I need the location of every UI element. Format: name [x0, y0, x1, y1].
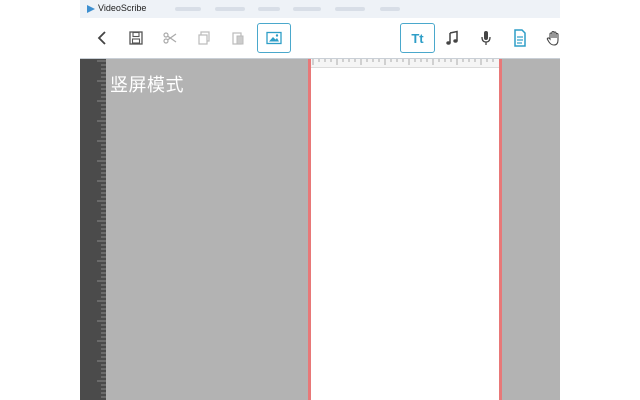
app-logo-icon — [87, 5, 95, 13]
music-note-icon — [446, 30, 458, 45]
menu-blur — [215, 7, 245, 11]
ruler-ticks — [97, 60, 106, 398]
back-button[interactable] — [87, 23, 117, 53]
add-text-button[interactable]: Tt — [400, 23, 435, 53]
title-bar: VideoScribe — [80, 0, 560, 19]
microphone-icon — [481, 31, 491, 45]
copy-icon — [198, 31, 210, 45]
menu-blur — [175, 7, 201, 11]
add-text-label: Tt — [411, 30, 424, 46]
scissors-icon — [163, 32, 177, 44]
voiceover-button[interactable] — [471, 23, 501, 53]
horizontal-ruler — [311, 59, 499, 68]
toolbar: Tt — [80, 18, 560, 59]
menu-blur — [258, 7, 280, 11]
copy-button[interactable] — [189, 23, 219, 53]
cut-button[interactable] — [155, 23, 185, 53]
music-button[interactable] — [437, 23, 467, 53]
add-image-button[interactable] — [257, 23, 291, 53]
vertical-ruler — [80, 59, 106, 400]
ruler-ticks — [312, 59, 494, 65]
canvas-workspace[interactable]: 竖屏模式 — [80, 59, 560, 400]
portrait-canvas[interactable] — [308, 59, 502, 400]
chevron-left-icon — [97, 31, 106, 45]
document-button[interactable] — [505, 23, 535, 53]
menu-blur — [293, 7, 321, 11]
menu-blur — [380, 7, 400, 11]
floppy-disk-icon — [129, 31, 143, 45]
paste-icon — [232, 32, 244, 45]
menu-blur — [335, 7, 365, 11]
document-icon — [514, 29, 526, 47]
image-icon — [266, 31, 282, 45]
window-title: VideoScribe — [98, 3, 147, 13]
portrait-mode-caption: 竖屏模式 — [110, 75, 184, 96]
hand-icon — [546, 30, 559, 46]
app-window: VideoScribe Tt 竖屏模式 — [80, 0, 560, 400]
paste-button[interactable] — [223, 23, 253, 53]
hand-button[interactable] — [539, 23, 560, 53]
save-button[interactable] — [121, 23, 151, 53]
